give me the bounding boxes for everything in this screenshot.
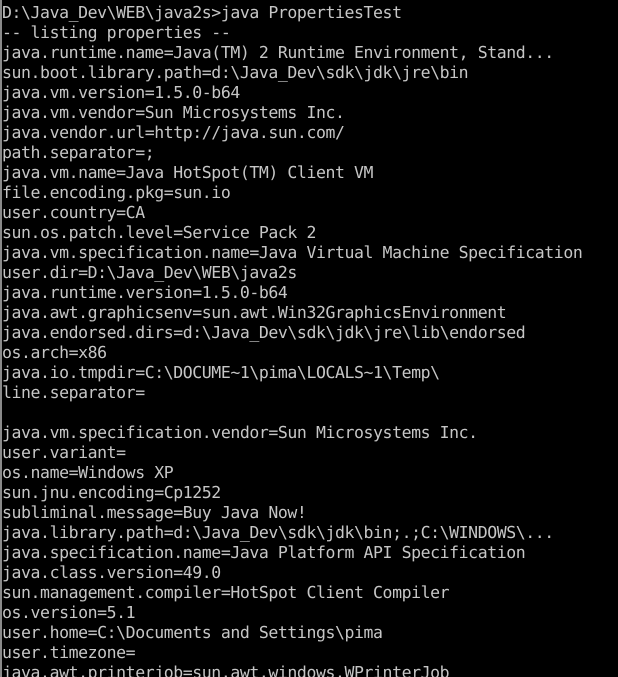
console-line: java.specification.name=Java Platform AP…: [2, 543, 526, 562]
console-line: path.separator=;: [2, 143, 155, 162]
console-line: java.vm.version=1.5.0-b64: [2, 83, 240, 102]
console-prompt-line: D:\Java_Dev\WEB\java2s>java PropertiesTe…: [2, 3, 402, 22]
console-line: java.library.path=d:\Java_Dev\sdk\jdk\bi…: [2, 523, 554, 542]
console-line: java.runtime.name=Java(TM) 2 Runtime Env…: [2, 43, 554, 62]
console-line: file.encoding.pkg=sun.io: [2, 183, 231, 202]
console-line: user.variant=: [2, 443, 126, 462]
console-line: user.dir=D:\Java_Dev\WEB\java2s: [2, 263, 297, 282]
console-line: sun.management.compiler=HotSpot Client C…: [2, 583, 450, 602]
console-line: java.vm.specification.vendor=Sun Microsy…: [2, 423, 478, 442]
console-line: os.name=Windows XP: [2, 463, 174, 482]
console-line: subliminal.message=Buy Java Now!: [2, 503, 307, 522]
console-line: java.vm.specification.name=Java Virtual …: [2, 243, 583, 262]
console-line: sun.boot.library.path=d:\Java_Dev\sdk\jd…: [2, 63, 469, 82]
console-window[interactable]: D:\Java_Dev\WEB\java2s>java PropertiesTe…: [0, 0, 618, 677]
console-line: java.awt.printerjob=sun.awt.windows.WPri…: [2, 663, 450, 677]
console-line: java.vm.vendor=Sun Microsystems Inc.: [2, 103, 345, 122]
console-line: java.class.version=49.0: [2, 563, 221, 582]
console-line: java.endorsed.dirs=d:\Java_Dev\sdk\jdk\j…: [2, 323, 526, 342]
console-line: user.home=C:\Documents and Settings\pima: [2, 623, 383, 642]
console-line: java.vendor.url=http://java.sun.com/: [2, 123, 345, 142]
console-line: java.runtime.version=1.5.0-b64: [2, 283, 288, 302]
console-line: line.separator=: [2, 383, 145, 402]
console-line: user.country=CA: [2, 203, 145, 222]
console-line: sun.jnu.encoding=Cp1252: [2, 483, 221, 502]
console-output-text[interactable]: D:\Java_Dev\WEB\java2s>java PropertiesTe…: [0, 0, 618, 677]
console-line: -- listing properties --: [2, 23, 231, 42]
console-line: user.timezone=: [2, 643, 136, 662]
console-line: os.arch=x86: [2, 343, 107, 362]
console-line: os.version=5.1: [2, 603, 136, 622]
console-line: sun.os.patch.level=Service Pack 2: [2, 223, 316, 242]
console-line: java.awt.graphicsenv=sun.awt.Win32Graphi…: [2, 303, 507, 322]
console-line: java.vm.name=Java HotSpot(TM) Client VM: [2, 163, 374, 182]
console-line: java.io.tmpdir=C:\DOCUME~1\pima\LOCALS~1…: [2, 363, 440, 382]
